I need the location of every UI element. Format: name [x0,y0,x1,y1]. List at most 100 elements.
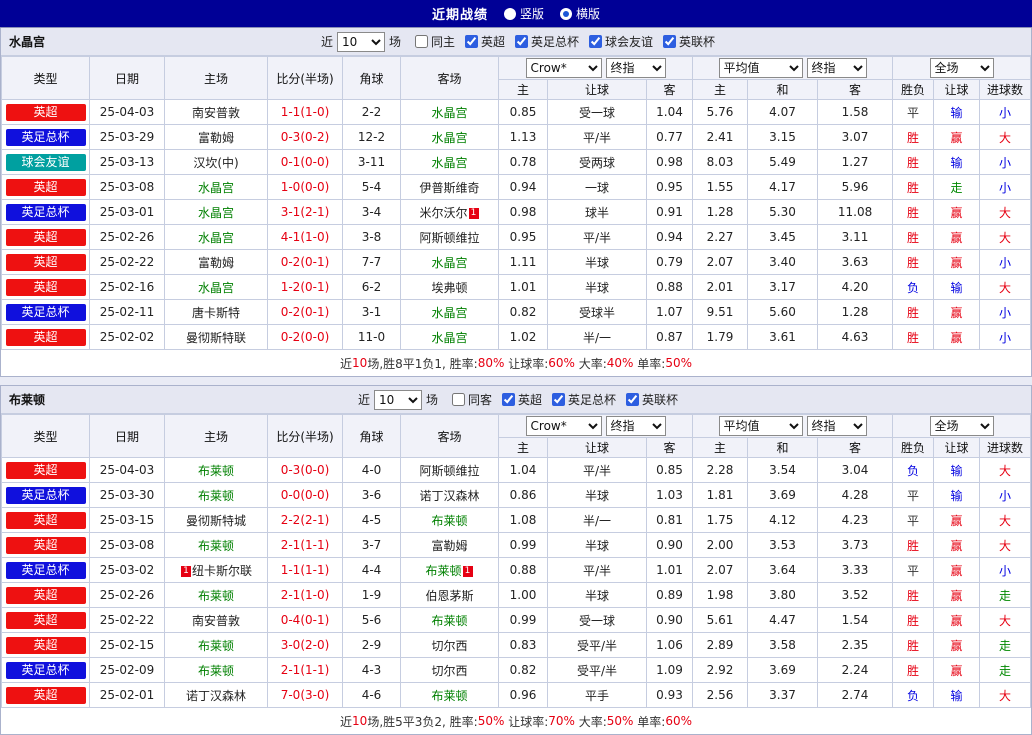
team-link[interactable]: 布莱顿 [198,464,234,478]
layout-radio-horizontal[interactable]: 横版 [560,5,600,22]
checkbox-input[interactable] [414,34,428,48]
team-link[interactable]: 埃弗顿 [431,281,467,295]
final-odds-select-2[interactable]: 终指 [806,416,867,436]
team-link[interactable]: 布莱顿 [198,639,234,653]
away-team-cell: 伊普斯维奇 [400,174,499,200]
result-outcome: 胜 [892,149,935,175]
team-link[interactable]: 伊普斯维奇 [419,181,479,195]
league-badge[interactable]: 英超 [5,586,86,604]
team-link[interactable]: 诺丁汉森林 [186,689,246,703]
final-odds-select-2[interactable]: 终指 [806,58,867,78]
radio-icon-vertical[interactable] [503,7,516,20]
filter-checkbox-0[interactable]: 同客 [451,391,492,408]
league-badge[interactable]: 英足总杯 [5,303,86,321]
team-link[interactable]: 纽卡斯尔联 [192,564,252,578]
bookmaker-select[interactable]: Crow* [525,416,602,436]
avg-home: 2.00 [692,532,749,558]
team-link[interactable]: 水晶宫 [198,281,234,295]
checkbox-input[interactable] [502,392,515,406]
scope-select[interactable]: 全场 [929,58,994,78]
team-link[interactable]: 富勒姆 [431,539,467,553]
team-link[interactable]: 唐卡斯特 [192,306,240,320]
team-link[interactable]: 水晶宫 [431,306,467,320]
final-odds-select-1[interactable]: 终指 [605,416,666,436]
league-badge[interactable]: 英足总杯 [5,561,86,579]
team-link[interactable]: 水晶宫 [431,156,467,170]
team-link[interactable]: 布莱顿 [198,489,234,503]
team-link[interactable]: 阿斯顿维拉 [419,231,479,245]
league-badge[interactable]: 英超 [5,636,86,654]
checkbox-input[interactable] [626,392,640,406]
league-badge[interactable]: 英超 [5,611,86,629]
team-link[interactable]: 布莱顿 [198,664,234,678]
checkbox-input[interactable] [464,34,478,48]
average-select[interactable]: 平均值 [718,58,803,78]
filter-checkbox-4[interactable]: 英联杯 [663,33,715,50]
league-badge[interactable]: 英超 [5,511,86,529]
team-link[interactable]: 水晶宫 [198,181,234,195]
filter-checkbox-1[interactable]: 英超 [502,391,542,408]
league-badge[interactable]: 英超 [5,253,86,271]
team-link[interactable]: 米尔沃尔 [419,206,467,220]
bookmaker-select[interactable]: Crow* [525,58,602,78]
checkbox-input[interactable] [552,392,566,406]
team-link[interactable]: 水晶宫 [198,206,234,220]
team-link[interactable]: 布莱顿 [431,689,467,703]
checkbox-input[interactable] [451,392,465,406]
checkbox-input[interactable] [663,34,677,48]
average-select[interactable]: 平均值 [718,416,803,436]
radio-icon-horizontal[interactable] [560,7,572,20]
filter-checkbox-1[interactable]: 英超 [464,33,505,50]
team-link[interactable]: 南安普敦 [192,614,240,628]
league-badge[interactable]: 英超 [5,228,86,246]
team-link[interactable]: 阿斯顿维拉 [419,464,479,478]
league-badge[interactable]: 英足总杯 [5,128,86,146]
team-link[interactable]: 诺丁汉森林 [419,489,479,503]
team-link[interactable]: 曼彻斯特城 [186,514,246,528]
final-odds-select-1[interactable]: 终指 [605,58,666,78]
avg-home: 1.55 [692,174,749,200]
filter-checkbox-2[interactable]: 英足总杯 [552,391,616,408]
league-badge[interactable]: 英超 [5,686,86,704]
team-link[interactable]: 水晶宫 [431,256,467,270]
checkbox-input[interactable] [515,34,528,48]
team-link[interactable]: 水晶宫 [198,231,234,245]
team-link[interactable]: 水晶宫 [431,106,467,120]
league-badge[interactable]: 球会友谊 [5,153,86,171]
team-link[interactable]: 曼彻斯特联 [186,331,246,345]
league-badge[interactable]: 英超 [5,278,86,296]
scope-select[interactable]: 全场 [929,416,994,436]
league-badge[interactable]: 英超 [5,536,86,554]
team-link[interactable]: 水晶宫 [431,331,467,345]
team-link[interactable]: 切尔西 [431,664,467,678]
team-link[interactable]: 布莱顿 [425,564,461,578]
team-link[interactable]: 伯恩茅斯 [425,589,473,603]
league-badge[interactable]: 英超 [5,328,86,346]
team-link[interactable]: 富勒姆 [198,256,234,270]
result-outcome: 胜 [892,607,935,633]
team-link[interactable]: 布莱顿 [198,539,234,553]
team-link[interactable]: 汉坎(中) [193,156,238,170]
league-badge[interactable]: 英足总杯 [5,203,86,221]
league-badge[interactable]: 英足总杯 [5,486,86,504]
result-handicap: 赢 [933,199,981,225]
team-link[interactable]: 水晶宫 [431,131,467,145]
filter-checkbox-0[interactable]: 同主 [414,33,455,50]
layout-radio-vertical[interactable]: 竖版 [503,5,544,22]
league-badge[interactable]: 英足总杯 [5,661,86,679]
team-link[interactable]: 南安普敦 [192,106,240,120]
team-link[interactable]: 布莱顿 [198,589,234,603]
filter-checkbox-3[interactable]: 球会友谊 [589,33,653,50]
filter-checkbox-2[interactable]: 英足总杯 [515,33,579,50]
team-link[interactable]: 布莱顿 [431,514,467,528]
league-badge[interactable]: 英超 [5,178,86,196]
team-link[interactable]: 切尔西 [431,639,467,653]
filter-checkbox-3[interactable]: 英联杯 [626,391,678,408]
team-link[interactable]: 布莱顿 [431,614,467,628]
league-badge[interactable]: 英超 [5,461,86,479]
league-badge[interactable]: 英超 [5,103,86,121]
team-link[interactable]: 富勒姆 [198,131,234,145]
checkbox-input[interactable] [589,34,603,48]
match-count-select[interactable]: 10 [336,31,385,52]
match-count-select[interactable]: 10 [373,389,422,410]
